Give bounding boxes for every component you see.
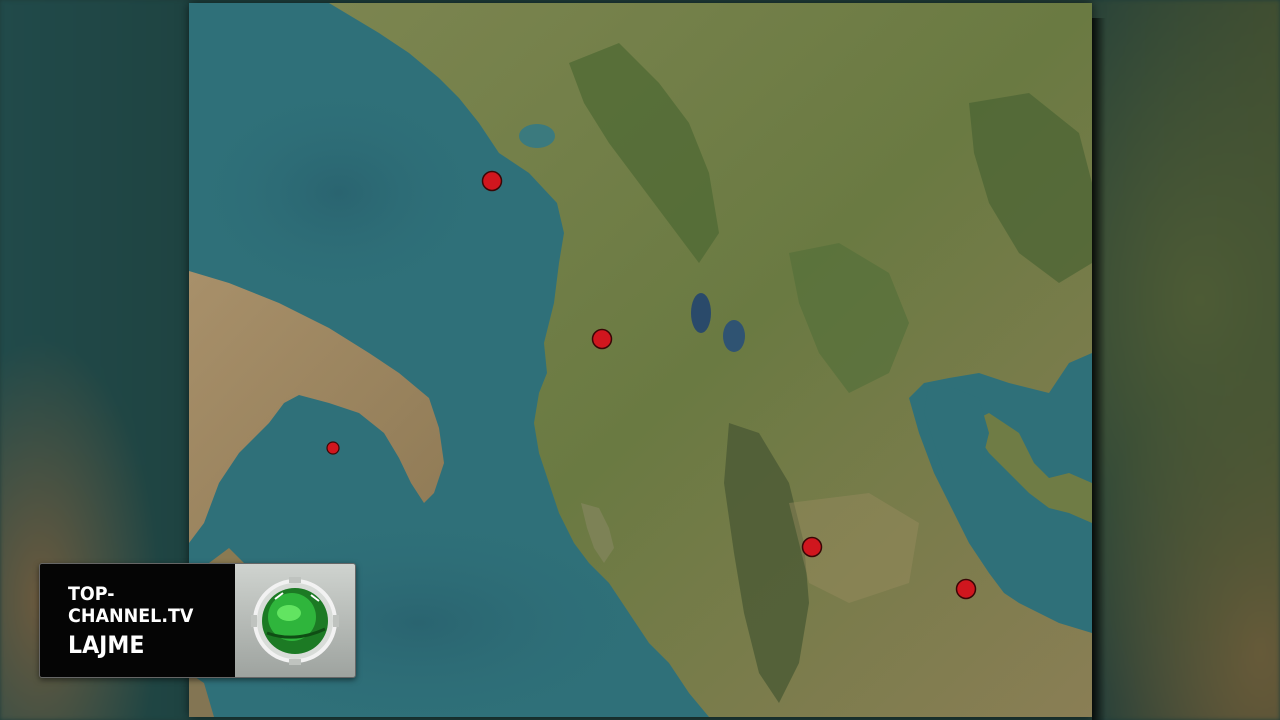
globe-icon <box>251 576 339 665</box>
globe-emblem-area <box>235 564 355 677</box>
lake-prespa <box>723 320 745 352</box>
earthquake-marker-thessaly[interactable] <box>801 536 823 558</box>
channel-logo: TOP-CHANNEL.TV LAJME <box>39 563 356 678</box>
earthquake-marker-gulf-of-taranto[interactable] <box>326 441 340 455</box>
channel-site-label: TOP-CHANNEL.TV <box>68 582 194 627</box>
earthquake-marker-central-albania[interactable] <box>591 328 613 350</box>
earthquake-marker-montenegro-coast[interactable] <box>481 170 503 192</box>
map-edge-shadow <box>1092 18 1106 720</box>
earthquake-marker-pagasetic-gulf[interactable] <box>955 578 977 600</box>
lake-shkodra <box>519 124 555 148</box>
south-adriatic-pit <box>189 83 489 303</box>
logo-text-block: TOP-CHANNEL.TV LAJME <box>40 564 235 677</box>
lake-ohrid <box>691 293 711 333</box>
show-title: LAJME <box>68 630 145 659</box>
